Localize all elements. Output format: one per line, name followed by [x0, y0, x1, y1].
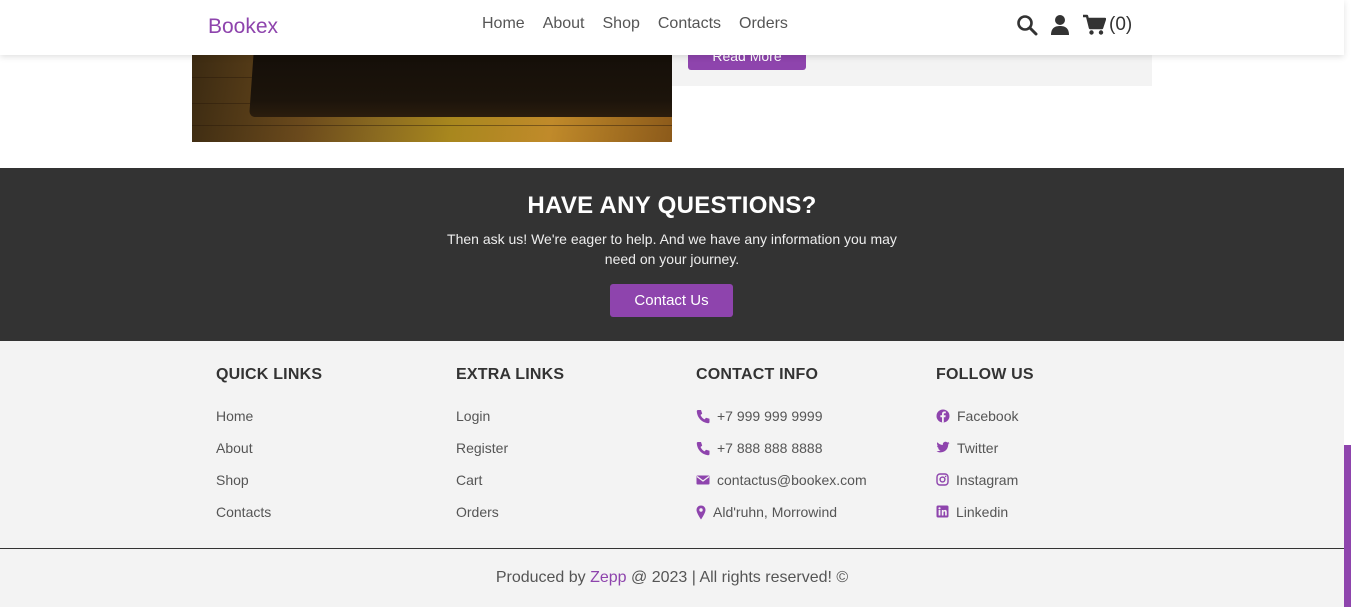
footer-link-register[interactable]: Register — [456, 440, 564, 472]
user-icon[interactable] — [1050, 14, 1070, 36]
facebook-icon — [936, 408, 950, 426]
questions-title: HAVE ANY QUESTIONS? — [527, 192, 817, 219]
twitter-icon — [936, 440, 950, 457]
nav-orders[interactable]: Orders — [739, 15, 788, 33]
follow-us-title: FOLLOW US — [936, 366, 1034, 383]
nav-home[interactable]: Home — [482, 15, 525, 33]
logo-link[interactable]: Bookex — [208, 15, 278, 39]
social-facebook[interactable]: Facebook — [936, 408, 1034, 440]
cart-count: (0) — [1109, 14, 1133, 35]
contact-us-button[interactable]: Contact Us — [610, 284, 733, 317]
scrollbar-thumb[interactable] — [1344, 445, 1351, 607]
post-info: Read More — [672, 45, 1152, 86]
linkedin-icon — [936, 504, 949, 521]
header-icons: (0) — [1016, 14, 1132, 36]
footer-link-cart[interactable]: Cart — [456, 472, 564, 504]
cart-button[interactable]: (0) — [1082, 14, 1132, 36]
footer-link-orders[interactable]: Orders — [456, 504, 564, 536]
nav-about[interactable]: About — [543, 15, 585, 33]
questions-text: Then ask us! We're eager to help. And we… — [447, 231, 897, 267]
quick-links-title: QUICK LINKS — [216, 366, 323, 383]
contact-phone-1[interactable]: +7 999 999 9999 — [696, 408, 867, 440]
social-twitter[interactable]: Twitter — [936, 440, 1034, 472]
main-nav: Home About Shop Contacts Orders — [482, 15, 788, 33]
contact-phone-2[interactable]: +7 888 888 8888 — [696, 440, 867, 472]
quick-links-column: QUICK LINKS Home About Shop Contacts — [216, 366, 322, 536]
search-icon[interactable] — [1016, 14, 1038, 36]
phone-icon — [696, 408, 710, 427]
social-instagram[interactable]: Instagram — [936, 472, 1034, 504]
extra-links-column: EXTRA LINKS Login Register Cart Orders — [456, 366, 564, 536]
map-pin-icon — [696, 504, 706, 523]
follow-us-column: FOLLOW US Facebook Twitter Instagram Lin… — [936, 366, 1034, 536]
contact-email[interactable]: contactus@bookex.com — [696, 472, 867, 504]
footer-link-shop[interactable]: Shop — [216, 472, 322, 504]
credit-brand-link[interactable]: Zepp — [590, 569, 626, 586]
phone-icon — [696, 440, 710, 459]
instagram-icon — [936, 472, 949, 489]
contact-info-column: CONTACT INFO +7 999 999 9999 +7 888 888 … — [696, 366, 867, 536]
nav-shop[interactable]: Shop — [603, 15, 640, 33]
footer-link-contacts[interactable]: Contacts — [216, 504, 322, 536]
footer-link-about[interactable]: About — [216, 440, 322, 472]
post-image — [192, 55, 672, 142]
footer-credit: Produced by Zepp @ 2023 | All rights res… — [495, 569, 849, 586]
contact-info-title: CONTACT INFO — [696, 366, 819, 383]
footer-link-home[interactable]: Home — [216, 408, 322, 440]
site-header: Bookex Home About Shop Contacts Orders (… — [0, 0, 1344, 55]
social-linkedin[interactable]: Linkedin — [936, 504, 1034, 536]
site-footer: QUICK LINKS Home About Shop Contacts EXT… — [0, 341, 1344, 607]
footer-link-login[interactable]: Login — [456, 408, 564, 440]
questions-section: HAVE ANY QUESTIONS? Then ask us! We're e… — [0, 168, 1344, 341]
extra-links-title: EXTRA LINKS — [456, 366, 565, 383]
footer-divider — [0, 548, 1344, 549]
cart-icon — [1082, 14, 1106, 36]
contact-address[interactable]: Ald'ruhn, Morrowind — [696, 504, 867, 536]
envelope-icon — [696, 472, 710, 490]
nav-contacts[interactable]: Contacts — [658, 15, 721, 33]
